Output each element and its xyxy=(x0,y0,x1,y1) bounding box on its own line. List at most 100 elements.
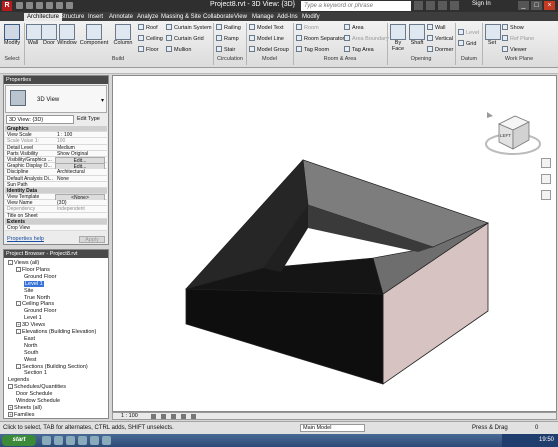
window-button[interactable]: Window xyxy=(57,24,77,46)
mullion-button[interactable]: Mullion xyxy=(166,46,191,54)
wall-button[interactable]: Wall xyxy=(26,24,42,46)
panel-label-build: Build xyxy=(111,56,125,62)
expand-icon[interactable]: + xyxy=(8,404,13,410)
shadows-icon[interactable] xyxy=(181,414,186,419)
instance-selector[interactable]: 3D View: {3D} xyxy=(6,115,74,124)
sign-in-button[interactable]: Sign In xyxy=(472,1,491,7)
press-drag-toggle[interactable]: Press & Drag xyxy=(472,425,508,431)
taskbar-app-icon[interactable] xyxy=(42,436,51,445)
curtain-grid-button[interactable]: Curtain Grid xyxy=(166,35,204,43)
model-group-button[interactable]: Model Group xyxy=(249,46,289,54)
open-icon[interactable] xyxy=(16,2,23,9)
collapse-icon[interactable]: - xyxy=(8,384,13,390)
model-line-button[interactable]: Model Line xyxy=(249,35,284,43)
ramp-button[interactable]: Ramp xyxy=(216,35,239,43)
ref-plane-button[interactable]: Ref Plane xyxy=(502,35,534,43)
measure-icon[interactable] xyxy=(56,2,63,9)
collapse-icon[interactable]: - xyxy=(16,266,21,272)
apply-button[interactable]: Apply xyxy=(79,236,105,243)
show-button[interactable]: Show xyxy=(502,24,524,32)
communication-icon[interactable] xyxy=(438,1,447,10)
collapse-icon[interactable]: - xyxy=(16,301,21,307)
tab-annotate[interactable]: Annotate xyxy=(106,13,136,21)
taskbar-app-icon[interactable] xyxy=(78,436,87,445)
redo-icon[interactable] xyxy=(46,2,53,9)
stair-button[interactable]: Stair xyxy=(216,46,235,54)
floor-button[interactable]: Floor xyxy=(138,46,159,54)
collapse-icon[interactable]: - xyxy=(16,329,21,334)
tag-area-button[interactable]: Tag Area xyxy=(344,46,374,54)
room-button[interactable]: Room xyxy=(296,24,319,32)
orbit-icon[interactable] xyxy=(541,190,551,200)
close-button[interactable]: × xyxy=(544,1,555,10)
save-icon[interactable] xyxy=(26,2,33,9)
sun-path-icon[interactable] xyxy=(171,414,176,419)
zoom-icon[interactable] xyxy=(541,174,551,184)
tab-modify[interactable]: Modify xyxy=(299,13,323,21)
steering-wheel-icon[interactable] xyxy=(541,158,551,168)
wall-opening-button[interactable]: Wall xyxy=(427,24,446,32)
type-selector[interactable]: 3D View ▾ xyxy=(5,85,107,113)
collapse-icon[interactable]: - xyxy=(8,260,13,265)
tag-room-button[interactable]: Tag Room xyxy=(296,46,329,54)
viewcube-home-icon[interactable] xyxy=(487,112,493,118)
set-button[interactable]: Set xyxy=(485,24,501,46)
3d-view-icon[interactable] xyxy=(66,2,73,9)
area-button[interactable]: Area xyxy=(344,24,364,32)
active-design-option[interactable]: Main Model xyxy=(300,424,365,432)
door-button[interactable]: Door xyxy=(41,24,57,46)
ceiling-button[interactable]: Ceiling xyxy=(138,35,163,43)
model-text-button[interactable]: Model Text xyxy=(249,24,284,32)
taskbar-app-icon[interactable] xyxy=(90,436,99,445)
column-button[interactable]: Column xyxy=(112,24,134,46)
crop-view-icon[interactable] xyxy=(191,414,196,419)
tab-view[interactable]: View xyxy=(231,13,250,21)
tab-massing-site[interactable]: Massing & Site xyxy=(158,13,204,21)
curtain-system-button[interactable]: Curtain System xyxy=(166,24,212,32)
dormer-button[interactable]: Dormer xyxy=(427,46,453,54)
undo-icon[interactable] xyxy=(36,2,43,9)
start-button[interactable]: start xyxy=(2,435,36,446)
property-row[interactable]: Crop View xyxy=(5,225,107,232)
railing-button[interactable]: Railing xyxy=(216,24,241,32)
visual-style-icon[interactable] xyxy=(161,414,166,419)
browser-node[interactable]: + Families xyxy=(8,411,34,418)
collapse-icon[interactable]: - xyxy=(16,363,21,369)
tab-structure[interactable]: Structure xyxy=(57,13,87,21)
expand-icon[interactable]: + xyxy=(8,411,13,417)
3d-viewport[interactable]: LEFT xyxy=(112,75,557,412)
room-separator-button[interactable]: Room Separator xyxy=(296,35,344,43)
tab-manage[interactable]: Manage xyxy=(249,13,277,21)
modify-button[interactable]: Modify xyxy=(3,24,21,46)
search-input[interactable]: Type a keyword or phrase xyxy=(301,1,411,11)
taskbar-app-icon[interactable] xyxy=(102,436,111,445)
taskbar-app-icon[interactable] xyxy=(66,436,75,445)
minimize-button[interactable]: _ xyxy=(518,1,529,10)
favorites-icon[interactable] xyxy=(450,1,459,10)
properties-help-link[interactable]: Properties help xyxy=(7,235,44,244)
shaft-button[interactable]: Shaft xyxy=(409,24,425,46)
taskbar-app-icon[interactable] xyxy=(54,436,63,445)
roof-button[interactable]: Roof xyxy=(138,24,158,32)
detail-level-icon[interactable] xyxy=(151,414,156,419)
front-wall-face[interactable] xyxy=(185,288,384,385)
subscription-icon[interactable] xyxy=(426,1,435,10)
expand-icon[interactable]: + xyxy=(16,322,21,328)
filter-count[interactable]: 0 xyxy=(535,425,538,431)
viewer-button[interactable]: Viewer xyxy=(502,46,527,54)
view-scale[interactable]: 1 : 100 xyxy=(121,413,138,420)
edit-type-button[interactable]: Edit Type xyxy=(77,115,100,124)
tab-add-ins[interactable]: Add-Ins xyxy=(274,13,301,21)
viewcube[interactable]: LEFT xyxy=(483,104,543,164)
binoculars-icon[interactable] xyxy=(414,1,423,10)
grid-button[interactable]: Grid xyxy=(458,40,476,48)
level-button[interactable]: Level xyxy=(458,29,479,37)
tab-insert[interactable]: Insert xyxy=(85,13,106,21)
chevron-down-icon[interactable]: ▾ xyxy=(101,97,104,104)
component-button[interactable]: Component xyxy=(79,24,109,46)
by-face-button[interactable]: By Face xyxy=(390,24,406,52)
area-boundary-button[interactable]: Area Boundary xyxy=(344,35,389,43)
maximize-button[interactable]: □ xyxy=(531,1,542,10)
application-menu-button[interactable]: R xyxy=(2,1,12,11)
vertical-opening-button[interactable]: Vertical xyxy=(427,35,453,43)
